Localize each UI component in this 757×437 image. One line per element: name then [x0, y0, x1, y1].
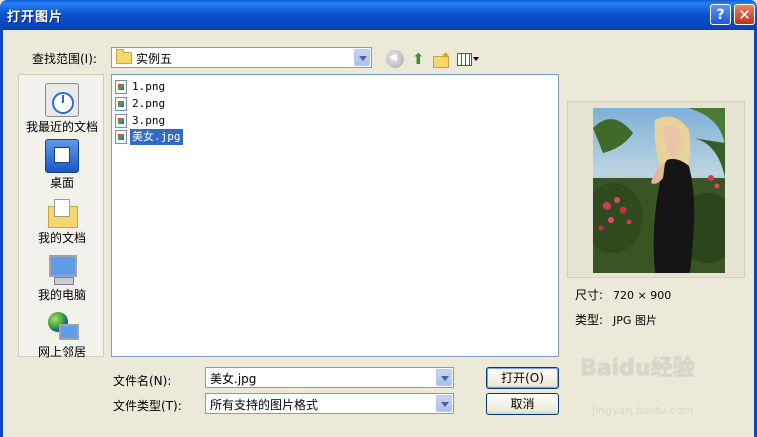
place-my-computer[interactable]: 我的电脑 [19, 253, 105, 303]
look-in-value: 实例五 [136, 52, 173, 66]
place-label: 网上邻居 [37, 345, 86, 359]
png-file-icon [115, 80, 127, 94]
help-button[interactable]: ? [710, 4, 731, 25]
close-button[interactable]: ✕ [734, 4, 755, 25]
back-icon[interactable] [386, 50, 404, 68]
file-name: 2.png [132, 97, 166, 110]
chevron-down-icon[interactable] [436, 395, 452, 412]
jpg-file-icon [115, 130, 127, 144]
up-folder-icon[interactable] [409, 50, 427, 68]
file-name: 3.png [132, 114, 166, 127]
size-value: 720 × 900 [613, 289, 672, 302]
place-label: 我最近的文档 [25, 120, 98, 134]
place-label: 我的电脑 [37, 288, 86, 302]
chevron-down-icon[interactable] [354, 49, 370, 66]
filetype-value: 所有支持的图片格式 [210, 398, 319, 412]
type-value: JPG 图片 [613, 314, 657, 327]
recent-documents-icon [45, 83, 79, 117]
place-label: 我的文档 [37, 231, 86, 245]
filename-label: 文件名(N): [113, 374, 172, 388]
my-documents-icon [46, 196, 78, 228]
preview-type: 类型: JPG 图片 [575, 311, 657, 328]
place-label: 桌面 [49, 176, 74, 190]
folder-icon [116, 49, 132, 64]
filetype-label: 文件类型(T): [113, 399, 182, 413]
window-title: 打开图片 [7, 10, 64, 25]
network-places-icon [46, 310, 79, 342]
type-label: 类型: [575, 313, 604, 327]
look-in-label: 查找范围(I): [32, 52, 97, 66]
look-in-combo[interactable]: 实例五 [111, 47, 372, 68]
png-file-icon [115, 97, 127, 111]
preview-image [593, 108, 725, 273]
chevron-down-icon[interactable] [436, 369, 452, 386]
preview-frame [567, 101, 745, 278]
png-file-icon [115, 114, 127, 128]
place-desktop[interactable]: 桌面 [19, 139, 105, 191]
new-folder-icon[interactable]: ✦ [432, 49, 450, 68]
filename-value: 美女.jpg [210, 372, 257, 386]
filename-input[interactable]: 美女.jpg [205, 367, 454, 388]
file-list[interactable]: 1.png 2.png 3.png 美女.jpg [111, 74, 559, 357]
window-border-left [0, 30, 3, 437]
file-name: 1.png [132, 80, 166, 93]
place-network[interactable]: 网上邻居 [19, 310, 105, 360]
open-button[interactable]: 打开(O) [486, 367, 559, 389]
watermark-brand: Baidu经验 [580, 356, 695, 381]
view-menu-icon[interactable] [456, 50, 480, 68]
filetype-select[interactable]: 所有支持的图片格式 [205, 393, 454, 414]
place-my-documents[interactable]: 我的文档 [19, 196, 105, 246]
watermark-url: jingyan.baidu.com [592, 404, 694, 417]
cancel-button[interactable]: 取消 [486, 393, 559, 415]
places-bar: 我最近的文档 桌面 我的文档 我的电脑 网上邻居 [18, 74, 105, 360]
preview-size: 尺寸: 720 × 900 [575, 286, 671, 303]
desktop-icon [45, 139, 79, 173]
my-computer-icon [46, 253, 78, 285]
place-recent-documents[interactable]: 我最近的文档 [19, 83, 105, 135]
size-label: 尺寸: [575, 288, 604, 302]
title-bar[interactable]: 打开图片 ? ✕ [0, 0, 757, 30]
file-name: 美女.jpg [130, 129, 183, 145]
